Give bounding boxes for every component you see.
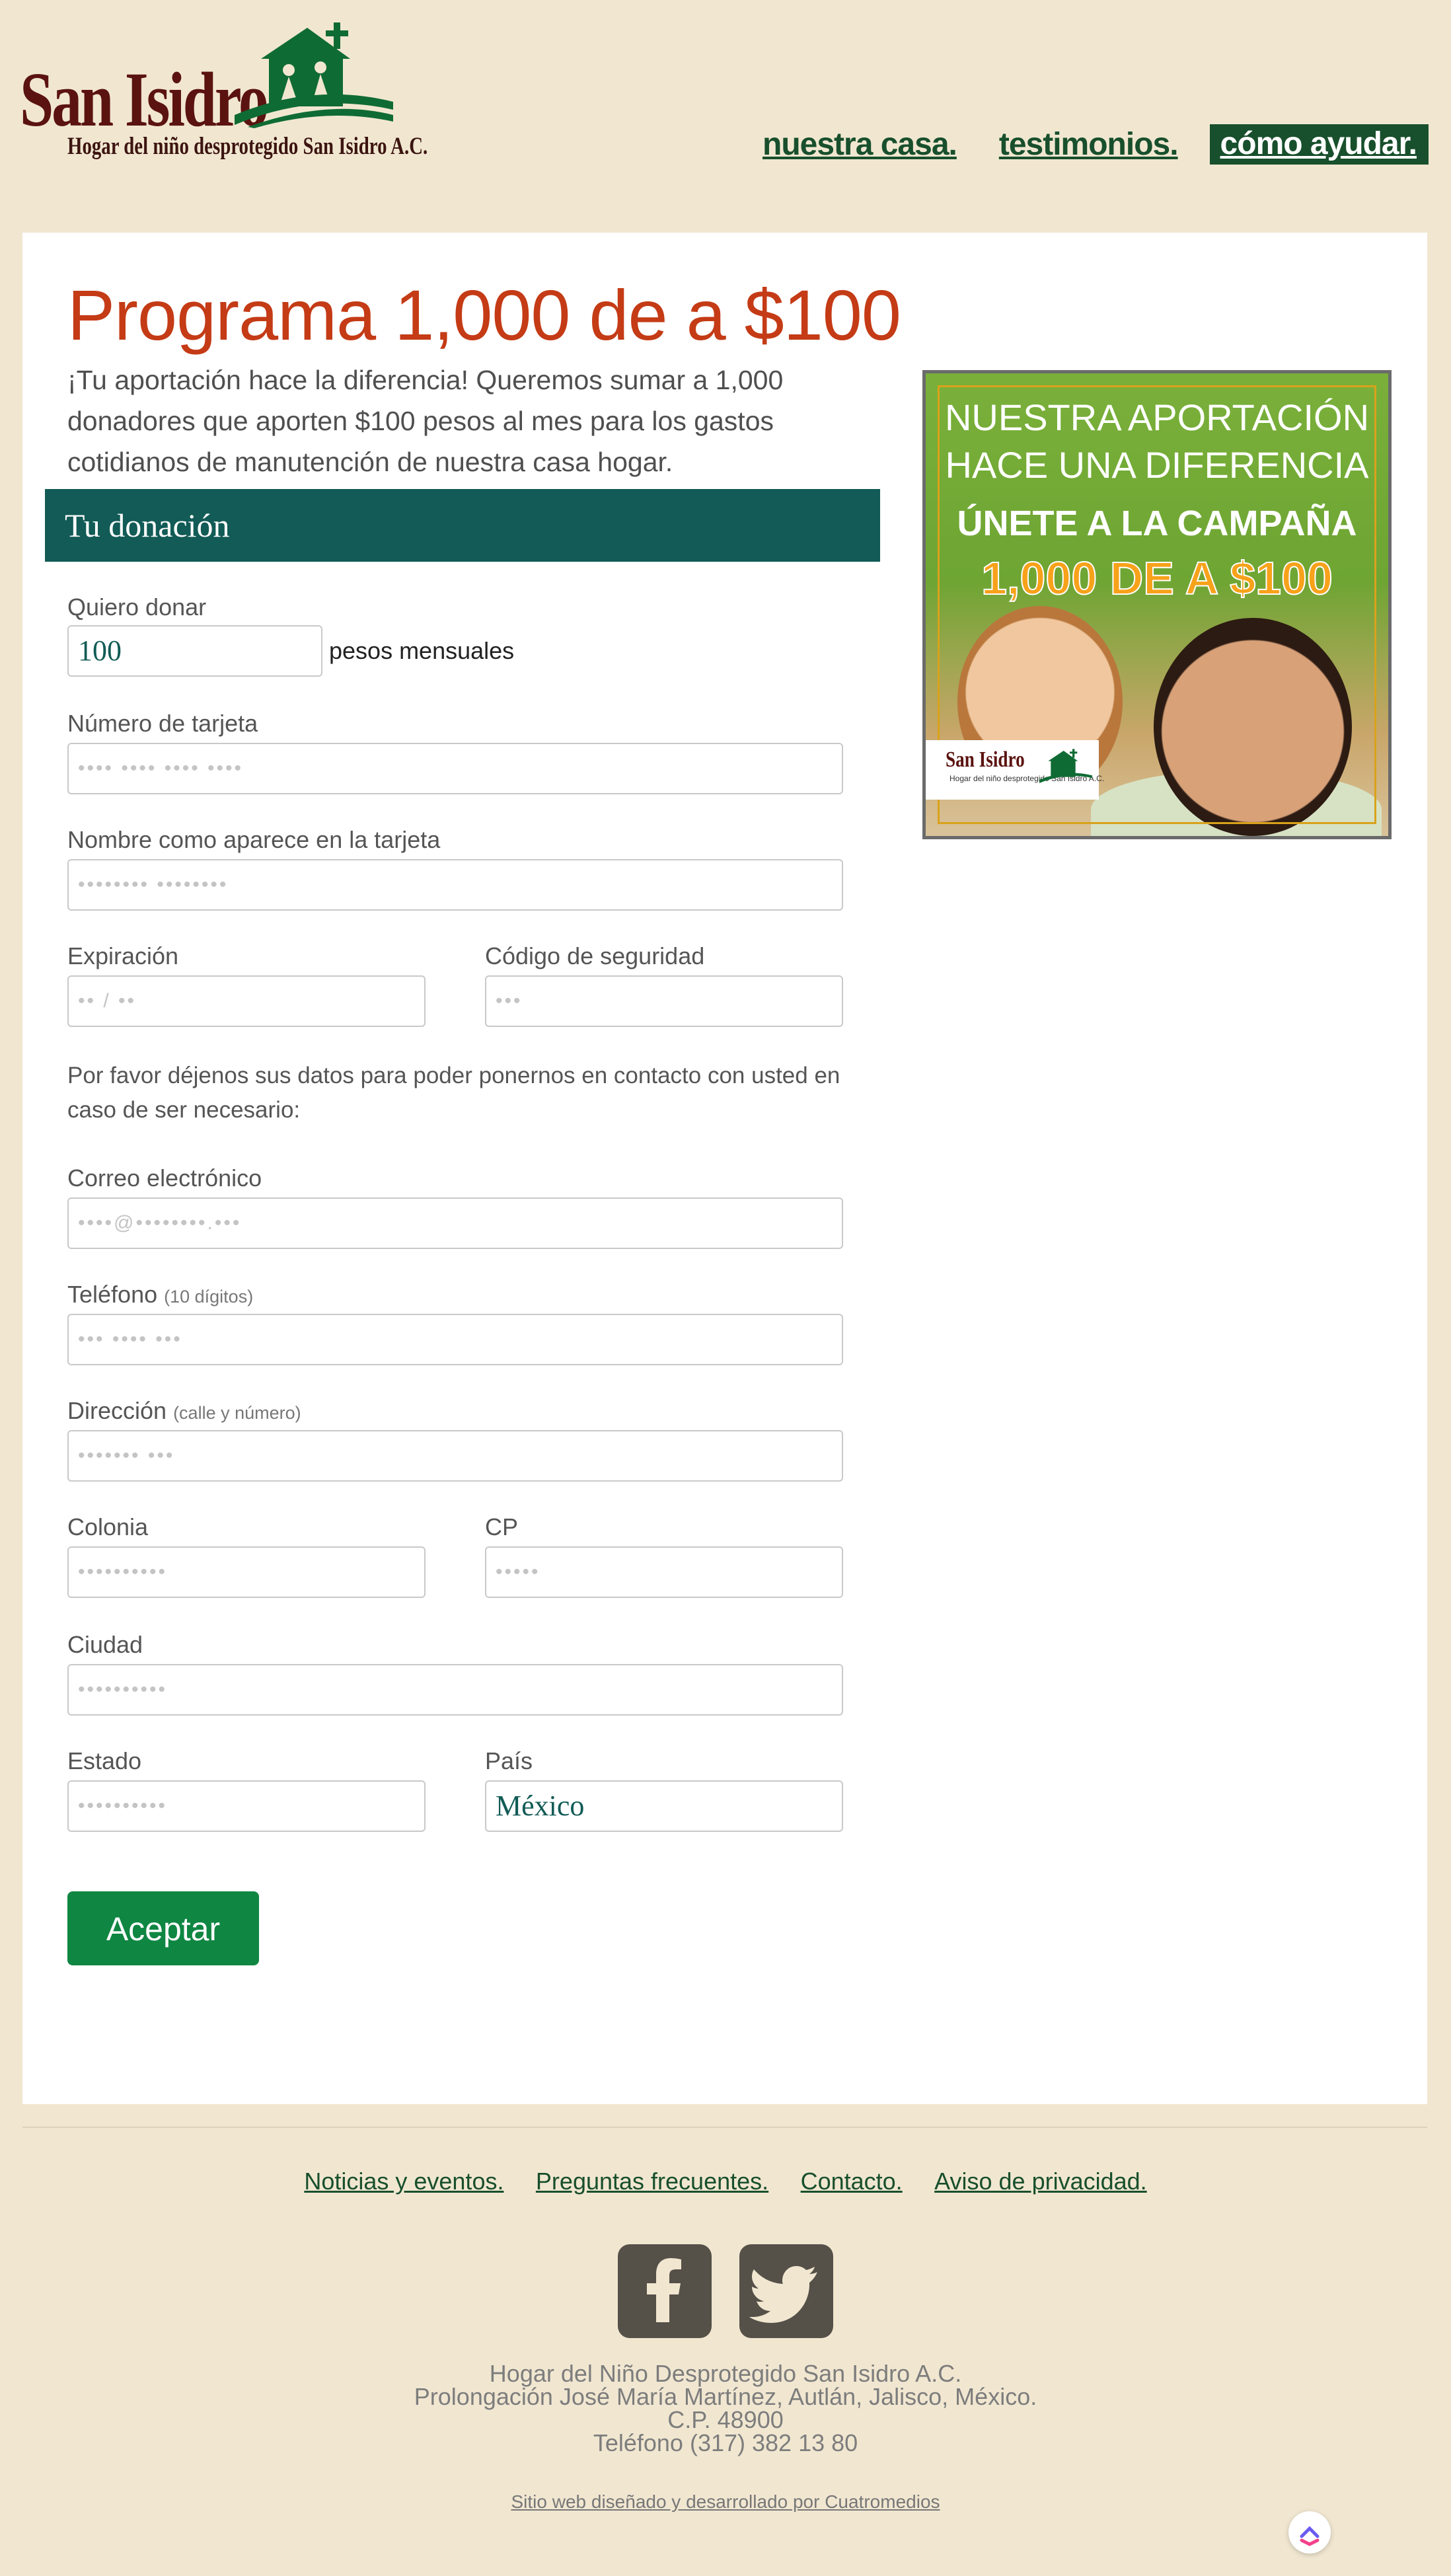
phone-label: Teléfono (10 dígitos) — [67, 1281, 253, 1308]
main-nav: nuestra casa. testimonios. cómo ayudar. — [720, 124, 1429, 165]
logo-title: San Isidro — [20, 56, 269, 143]
banner-line-4: 1,000 DE A $100 — [981, 552, 1333, 605]
address-label: Dirección (calle y número) — [67, 1397, 301, 1425]
city-input[interactable]: •••••••••• — [67, 1664, 843, 1716]
banner-line-1: NUESTRA APORTACIÓN — [944, 397, 1370, 438]
email-input[interactable]: ••••@••••••••.••• — [67, 1197, 843, 1249]
colonia-input[interactable]: •••••••••• — [67, 1546, 426, 1598]
twitter-icon[interactable] — [739, 2244, 833, 2338]
nav-como-ayudar[interactable]: cómo ayudar. — [1209, 124, 1429, 165]
submit-button[interactable]: Aceptar — [67, 1891, 259, 1965]
footer-link-privacidad[interactable]: Aviso de privacidad. — [934, 2168, 1147, 2195]
footer-links: Noticias y eventos. Preguntas frecuentes… — [0, 2168, 1451, 2195]
country-label: País — [485, 1747, 533, 1774]
amount-label: Quiero donar — [67, 593, 207, 621]
address-line-1: Hogar del Niño Desprotegido San Isidro A… — [489, 2360, 962, 2387]
expiry-label: Expiración — [67, 942, 179, 969]
card-number-input[interactable]: •••• •••• •••• •••• — [67, 743, 843, 794]
cvc-label: Código de seguridad — [485, 942, 705, 969]
expiry-input[interactable]: •• / •• — [67, 975, 426, 1027]
facebook-icon[interactable] — [618, 2244, 712, 2338]
cp-input[interactable]: ••••• — [485, 1546, 843, 1598]
colonia-label: Colonia — [67, 1513, 149, 1540]
cp-label: CP — [485, 1513, 519, 1540]
city-label: Ciudad — [67, 1631, 143, 1658]
banner-line-2: HACE UNA DIFERENCIA — [945, 444, 1369, 486]
footer-address: Hogar del Niño Desprotegido San Isidro A… — [0, 2360, 1451, 2456]
house-logo-icon — [235, 22, 393, 128]
phone-hint: (10 dígitos) — [164, 1287, 254, 1307]
phone-label-text: Teléfono — [67, 1281, 158, 1308]
amount-input[interactable]: 100 — [67, 625, 322, 677]
address-hint: (calle y número) — [173, 1403, 301, 1423]
card-number-label: Número de tarjeta — [67, 710, 258, 737]
floating-help-button[interactable] — [1288, 2511, 1331, 2554]
banner-line-3: ÚNETE A LA CAMPAÑA — [957, 504, 1357, 543]
amount-suffix: pesos mensuales — [329, 637, 515, 664]
footer-credit-link[interactable]: Sitio web diseñado y desarrollado por Cu… — [0, 2491, 1451, 2513]
intro-text: ¡Tu aportación hace la diferencia! Quere… — [67, 365, 784, 477]
logo[interactable]: San Isidro Hogar del niño desprotegido S… — [20, 22, 428, 168]
footer-divider — [22, 2127, 1427, 2128]
nav-nuestra-casa[interactable]: nuestra casa. — [763, 126, 957, 163]
card-name-input[interactable]: •••••••• •••••••• — [67, 859, 843, 911]
card-name-label: Nombre como aparece en la tarjeta — [67, 826, 441, 853]
state-input[interactable]: •••••••••• — [67, 1780, 426, 1832]
email-label: Correo electrónico — [67, 1164, 262, 1192]
cvc-input[interactable]: ••• — [485, 975, 843, 1027]
donation-card: Programa 1,000 de a $100 ¡Tu aportación … — [22, 233, 1427, 2104]
logo-subtitle: Hogar del niño desprotegido San Isidro A… — [67, 133, 428, 160]
section-title: Tu donación — [45, 489, 880, 562]
address-input[interactable]: ••••••• ••• — [67, 1430, 843, 1482]
footer-link-noticias[interactable]: Noticias y eventos. — [304, 2168, 503, 2195]
banner-logo-title: San Isidro — [946, 747, 1025, 772]
banner-house-icon — [1039, 749, 1092, 783]
address-line-2: Prolongación José María Martínez, Autlán… — [414, 2383, 1037, 2410]
address-line-3: C.P. 48900 — [667, 2406, 784, 2433]
page-title: Programa 1,000 de a $100 — [67, 275, 901, 355]
contact-note: Por favor déjenos sus datos para poder p… — [67, 1063, 840, 1123]
address-line-4: Teléfono (317) 382 13 80 — [593, 2429, 858, 2456]
country-input[interactable]: México — [485, 1780, 843, 1832]
state-label: Estado — [67, 1747, 142, 1774]
address-label-text: Dirección — [67, 1397, 167, 1424]
footer-link-preguntas[interactable]: Preguntas frecuentes. — [536, 2168, 768, 2195]
nav-testimonios[interactable]: testimonios. — [999, 126, 1179, 163]
footer-link-contacto[interactable]: Contacto. — [801, 2168, 903, 2195]
campaign-banner: NUESTRA APORTACIÓN HACE UNA DIFERENCIA Ú… — [922, 370, 1392, 839]
chevron-up-icon — [1300, 2526, 1320, 2546]
phone-input[interactable]: ••• •••• ••• — [67, 1314, 843, 1365]
